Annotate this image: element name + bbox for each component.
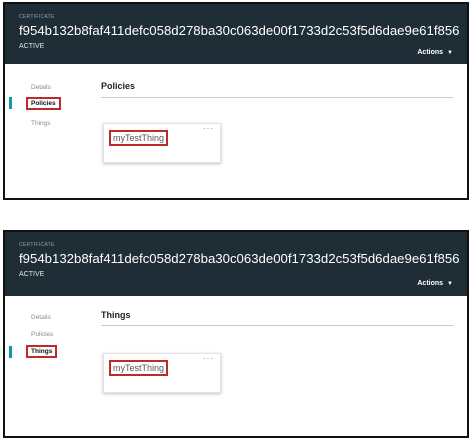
nav-item-policies[interactable]: Policies: [31, 331, 53, 338]
active-nav-indicator: [9, 346, 12, 358]
certificate-label: CERTIFICATE: [19, 14, 55, 20]
actions-label: Actions: [417, 49, 444, 56]
more-options-icon[interactable]: ···: [203, 124, 214, 133]
screenshot-policies-view: CERTIFICATE f954b132b8faf411defc058d278b…: [3, 2, 469, 200]
nav-item-details[interactable]: Details: [31, 84, 51, 91]
thing-name-link[interactable]: myTestThing: [109, 130, 169, 146]
caret-down-icon: ▼: [447, 50, 453, 56]
actions-button[interactable]: Actions ▼: [417, 280, 453, 287]
actions-button[interactable]: Actions ▼: [417, 49, 453, 56]
attached-thing-card[interactable]: ··· myTestThing: [103, 353, 221, 393]
certificate-status: ACTIVE: [19, 271, 45, 278]
nav-item-details[interactable]: Details: [31, 314, 51, 321]
active-nav-indicator: [9, 97, 12, 109]
certificate-id: f954b132b8faf411defc058d278ba30c063de00f…: [19, 251, 460, 266]
thing-name-link[interactable]: myTestThing: [109, 360, 169, 376]
section-title: Policies: [101, 81, 136, 91]
more-options-icon[interactable]: ···: [203, 354, 214, 363]
nav-item-things[interactable]: Things: [26, 345, 58, 358]
section-title: Things: [101, 310, 131, 320]
certificate-status: ACTIVE: [19, 43, 45, 50]
nav-item-policies[interactable]: Policies: [26, 97, 61, 110]
nav-item-things[interactable]: Things: [31, 120, 51, 127]
attached-thing-card[interactable]: ··· myTestThing: [103, 123, 221, 163]
certificate-header: CERTIFICATE f954b132b8faf411defc058d278b…: [5, 232, 467, 296]
section-divider: [101, 325, 453, 326]
screenshot-things-view: CERTIFICATE f954b132b8faf411defc058d278b…: [3, 230, 469, 438]
actions-label: Actions: [417, 280, 444, 287]
certificate-header: CERTIFICATE f954b132b8faf411defc058d278b…: [5, 4, 467, 64]
certificate-id: f954b132b8faf411defc058d278ba30c063de00f…: [19, 23, 460, 38]
certificate-label: CERTIFICATE: [19, 242, 55, 248]
section-divider: [101, 97, 453, 98]
caret-down-icon: ▼: [447, 281, 453, 287]
